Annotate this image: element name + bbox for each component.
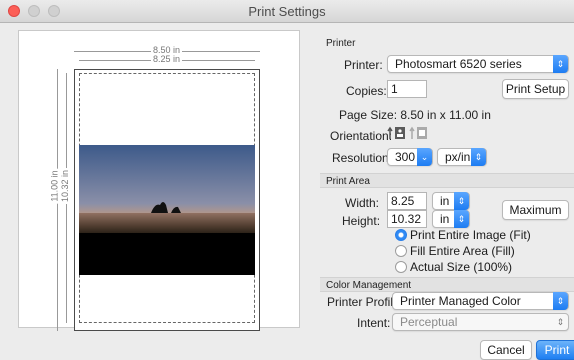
fit-option-label[interactable]: Print Entire Image (Fit) (410, 228, 531, 242)
maximum-button[interactable]: Maximum (502, 200, 569, 220)
actual-size-option-label[interactable]: Actual Size (100%) (410, 260, 512, 274)
printer-profile-value: Printer Managed Color (400, 294, 521, 308)
page-size-text: Page Size: 8.50 in x 11.00 in (339, 108, 491, 122)
actual-size-radio[interactable] (395, 261, 407, 273)
printer-select[interactable]: Photosmart 6520 series ⇕ (387, 55, 569, 73)
resolution-label: Resolution: (332, 151, 393, 165)
fill-radio[interactable] (395, 245, 407, 257)
printer-profile-select[interactable]: Printer Managed Color ⇕ (392, 292, 569, 310)
color-management-section-header: Color Management (320, 277, 574, 292)
chevron-updown-icon: ⇕ (454, 192, 469, 210)
resolution-select-value: 300 (395, 150, 416, 164)
width-unit-value: in (440, 194, 450, 208)
paper-height-label: 11.00 in (49, 168, 60, 204)
chevron-updown-icon: ⇕ (553, 292, 568, 310)
resolution-unit-value: px/in (445, 150, 471, 164)
print-button[interactable]: Print (536, 340, 574, 360)
fill-option-label[interactable]: Fill Entire Area (Fill) (410, 244, 515, 258)
print-setup-button[interactable]: Print Setup (502, 79, 569, 99)
chevron-updown-icon: ⇕ (471, 148, 486, 166)
copies-label: Copies: (346, 84, 387, 98)
intent-select: Perceptual ⇕ (392, 313, 569, 331)
width-field[interactable]: 8.25 (387, 192, 427, 210)
resolution-unit-select[interactable]: px/in ⇕ (437, 148, 487, 166)
intent-label: Intent: (357, 316, 391, 330)
height-field[interactable]: 10.32 (387, 210, 427, 228)
cancel-button[interactable]: Cancel (480, 340, 532, 360)
height-unit-value: in (440, 212, 450, 226)
fit-radio[interactable] (395, 229, 407, 241)
chevron-down-icon: ⌄ (417, 148, 432, 166)
copies-field[interactable]: 1 (387, 80, 427, 98)
height-unit-select[interactable]: in ⇕ (432, 210, 470, 228)
chevron-updown-icon: ⇕ (454, 210, 469, 228)
printer-section-label: Printer (326, 38, 356, 49)
preview-image (79, 145, 255, 275)
print-area-section-header: Print Area (320, 173, 574, 188)
printer-select-value: Photosmart 6520 series (395, 57, 522, 71)
chevron-updown-icon: ⇕ (556, 317, 565, 327)
window-title: Print Settings (248, 4, 326, 19)
width-label: Width: (345, 196, 380, 210)
landscape-orientation-icon[interactable] (409, 126, 429, 140)
title-bar: Print Settings (0, 0, 574, 23)
portrait-orientation-icon[interactable] (387, 126, 407, 140)
print-width-label: 8.25 in (151, 54, 183, 64)
orientation-label: Orientation: (330, 129, 393, 143)
chevron-updown-icon: ⇕ (553, 55, 568, 73)
print-height-label: 10.32 in (60, 167, 71, 205)
width-unit-select[interactable]: in ⇕ (432, 192, 470, 210)
printer-label: Printer: (344, 58, 383, 72)
resolution-select[interactable]: 300 ⌄ (387, 148, 433, 166)
print-preview-panel: 8.50 in 8.25 in 11.00 in 10.32 in (18, 30, 300, 331)
intent-value: Perceptual (400, 315, 458, 329)
height-label: Height: (342, 214, 381, 228)
